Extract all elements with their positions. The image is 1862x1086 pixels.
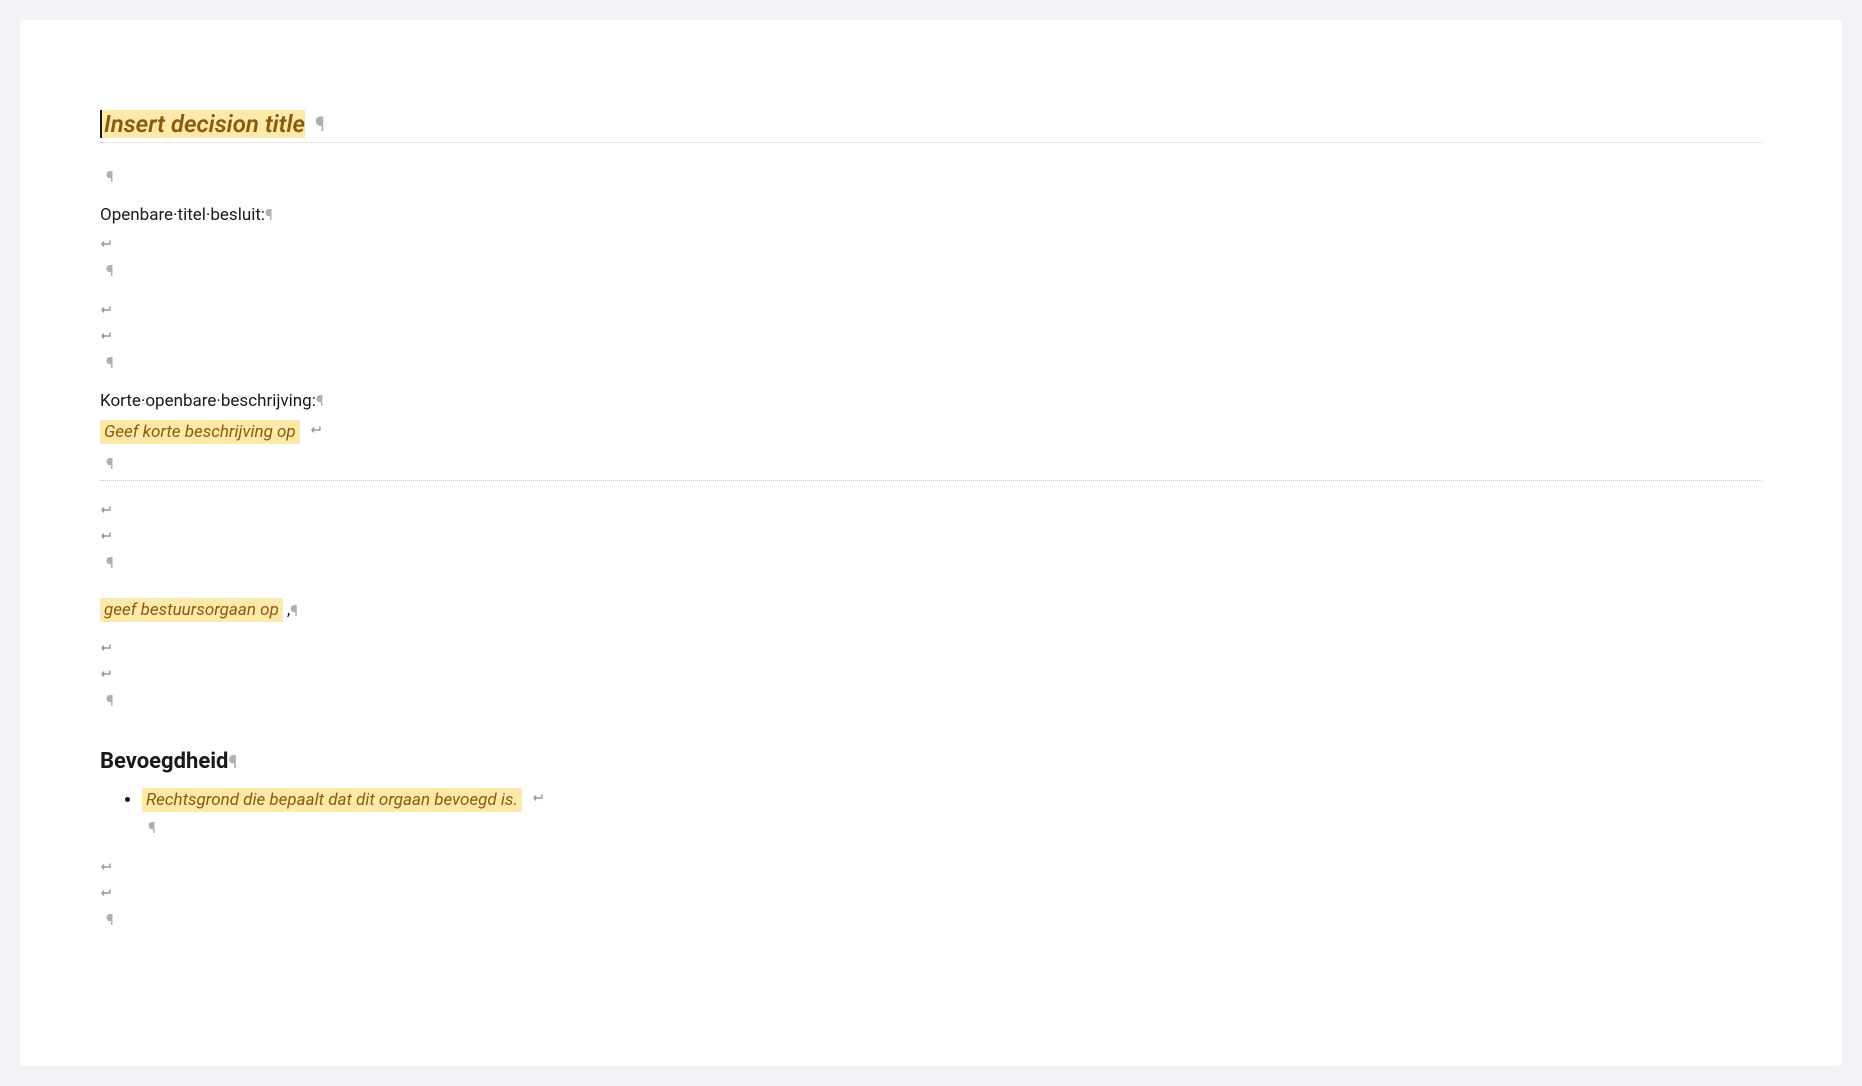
title-placeholder[interactable]: Insert decision title [100,110,305,138]
line-break[interactable] [100,635,1762,661]
public-title-label[interactable]: Openbare·titel·besluit:¶ [100,205,1762,225]
short-description-placeholder[interactable]: Geef korte beschrijving op [100,420,300,444]
authority-item-placeholder[interactable]: Rechtsgrond die bepaalt dat dit orgaan b… [142,788,522,812]
label-segment: openbare [145,391,216,411]
pilcrow-icon: ¶ [106,167,114,186]
line-break[interactable] [100,523,1762,549]
description-block[interactable]: Geef korte beschrijving op ¶ [100,417,1762,481]
return-wrap [310,422,324,442]
empty-paragraph[interactable]: ¶ [100,549,1762,575]
line-break[interactable] [100,854,1762,880]
label-segment: titel [178,205,206,225]
pilcrow-icon: ¶ [106,910,114,929]
label-segment: beschrijving: [221,391,316,411]
return-icon [100,237,114,251]
pilcrow-icon: ¶ [106,691,114,710]
line-break[interactable] [100,497,1762,523]
line-break[interactable] [100,880,1762,906]
return-icon [310,423,324,437]
return-icon [100,641,114,655]
title-row[interactable]: Insert decision title ¶ [100,110,1762,143]
return-icon [100,503,114,517]
return-icon [532,791,546,805]
return-icon [100,329,114,343]
governing-body-placeholder[interactable]: geef bestuursorgaan op [100,598,283,622]
empty-paragraph[interactable]: ¶ [100,257,1762,283]
return-icon [100,860,114,874]
pilcrow-icon: ¶ [290,601,298,620]
empty-paragraph[interactable]: ¶ [100,163,1762,189]
heading-text: Bevoegdheid [100,749,228,774]
pilcrow-icon: ¶ [315,112,325,136]
governing-body-line[interactable]: geef bestuursorgaan op ,¶ [100,595,1762,625]
pilcrow-icon: ¶ [265,205,273,224]
line-break[interactable] [100,297,1762,323]
pilcrow-icon: ¶ [228,752,237,773]
line-break[interactable] [100,231,1762,257]
empty-paragraph[interactable]: ¶ [100,906,1762,932]
line-break[interactable] [100,323,1762,349]
return-wrap [532,790,546,810]
empty-paragraph[interactable]: ¶ [100,450,1762,476]
return-icon [100,886,114,900]
pilcrow-icon: ¶ [106,353,114,372]
empty-paragraph[interactable]: ¶ [100,814,1762,840]
document-editor[interactable]: Insert decision title ¶ ¶ Openbare·titel… [20,20,1842,1066]
label-segment: Korte [100,391,141,411]
list-item[interactable]: Rechtsgrond die bepaalt dat dit orgaan b… [142,786,1762,814]
pilcrow-icon: ¶ [148,818,156,837]
short-description-label[interactable]: Korte·openbare·beschrijving:¶ [100,391,1762,411]
pilcrow-icon: ¶ [316,391,324,410]
line-break[interactable] [100,661,1762,687]
pilcrow-icon: ¶ [106,553,114,572]
return-icon [100,303,114,317]
return-icon [100,667,114,681]
authority-heading[interactable]: Bevoegdheid¶ [100,749,1762,774]
pilcrow-icon: ¶ [106,261,114,280]
description-line[interactable]: Geef korte beschrijving op [100,417,1762,447]
return-icon [100,529,114,543]
authority-list[interactable]: Rechtsgrond die bepaalt dat dit orgaan b… [100,786,1762,814]
empty-paragraph[interactable]: ¶ [100,349,1762,375]
pilcrow-icon: ¶ [106,454,114,473]
empty-paragraph[interactable]: ¶ [100,687,1762,713]
label-segment: besluit: [210,205,265,225]
label-segment: Openbare [100,205,173,225]
